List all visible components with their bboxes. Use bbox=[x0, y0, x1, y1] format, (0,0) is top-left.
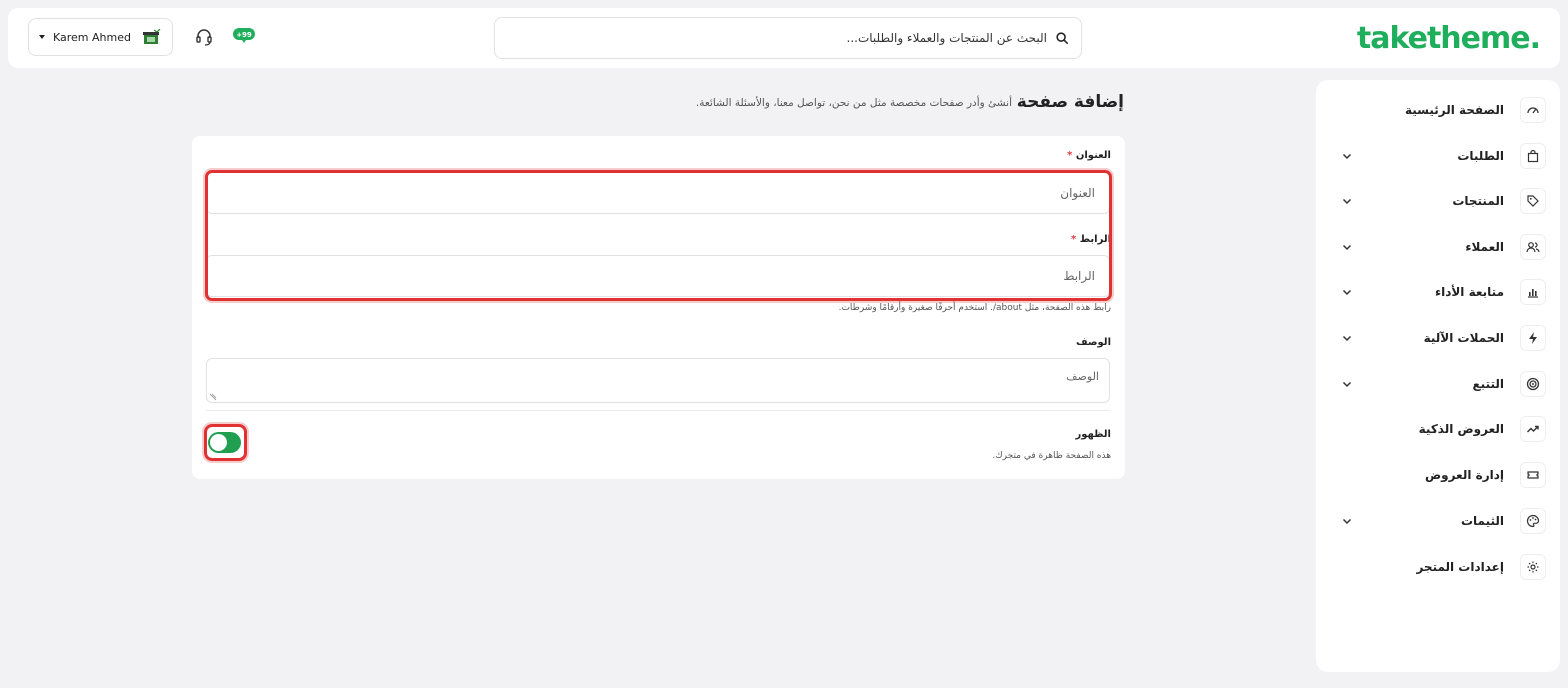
sidebar-item-label: العملاء bbox=[1465, 240, 1504, 254]
tag-icon bbox=[1520, 188, 1546, 214]
chevron-down-icon[interactable] bbox=[1336, 190, 1358, 212]
sidebar: الصفحة الرئيسية الطلبات المنتجات العملاء bbox=[1316, 80, 1560, 672]
sidebar-item-home[interactable]: الصفحة الرئيسية bbox=[1316, 95, 1560, 125]
highlight-box-toggle bbox=[204, 424, 247, 461]
chevron-down-icon[interactable] bbox=[1336, 327, 1358, 349]
sidebar-item-label: الصفحة الرئيسية bbox=[1404, 103, 1504, 117]
chevron-down-icon[interactable] bbox=[1336, 281, 1358, 303]
sidebar-item-performance[interactable]: متابعة الأداء bbox=[1316, 277, 1560, 307]
page-subtitle: أنشئ وأدر صفحات مخصصة مثل من نحن، تواصل … bbox=[695, 97, 1012, 109]
sidebar-item-tracking[interactable]: التتبع bbox=[1316, 369, 1560, 399]
sidebar-item-label: متابعة الأداء bbox=[1434, 285, 1504, 299]
sidebar-item-orders[interactable]: الطلبات bbox=[1316, 141, 1560, 171]
divider bbox=[206, 410, 1110, 411]
visibility-help-text: هذه الصفحة ظاهرة في متجرك. bbox=[992, 451, 1111, 461]
sidebar-item-label: الثيمات bbox=[1460, 514, 1504, 528]
search-input[interactable]: البحث عن المنتجات والعملاء والطلبات... bbox=[494, 17, 1082, 59]
resize-handle-icon[interactable] bbox=[209, 393, 217, 401]
chevron-down-icon bbox=[39, 35, 45, 39]
svg-text:+99: +99 bbox=[236, 31, 252, 39]
description-placeholder: الوصف bbox=[1066, 370, 1099, 383]
chevron-down-icon[interactable] bbox=[1336, 373, 1358, 395]
sidebar-item-label: الطلبات bbox=[1457, 149, 1504, 163]
user-name: Karem Ahmed bbox=[53, 30, 131, 44]
page-title: إضافة صفحة bbox=[1016, 92, 1124, 112]
sidebar-item-label: المنتجات bbox=[1452, 194, 1504, 208]
user-menu-button[interactable]: Karem Ahmed bbox=[28, 18, 173, 56]
description-textarea[interactable]: الوصف bbox=[206, 358, 1110, 403]
sidebar-item-label: إعدادات المتجر bbox=[1416, 560, 1504, 574]
dashboard-gauge-icon bbox=[1520, 97, 1546, 123]
gear-icon bbox=[1520, 554, 1546, 580]
ticket-icon bbox=[1520, 462, 1546, 488]
bar-chart-icon bbox=[1520, 279, 1546, 305]
shopping-bag-icon bbox=[1520, 143, 1546, 169]
description-field-label: الوصف bbox=[1075, 337, 1111, 348]
trend-up-icon bbox=[1520, 416, 1546, 442]
highlight-box-title-link bbox=[205, 170, 1112, 301]
required-mark: * bbox=[1067, 150, 1073, 161]
sidebar-item-label: التتبع bbox=[1472, 377, 1504, 391]
target-icon bbox=[1520, 371, 1546, 397]
chevron-down-icon[interactable] bbox=[1336, 510, 1358, 532]
sidebar-item-products[interactable]: المنتجات bbox=[1316, 186, 1560, 216]
sidebar-item-store-settings[interactable]: إعدادات المتجر bbox=[1316, 552, 1560, 582]
sidebar-item-label: الحملات الآلية bbox=[1423, 331, 1504, 345]
sidebar-item-offers-management[interactable]: إدارة العروض bbox=[1316, 460, 1560, 490]
sidebar-item-customers[interactable]: العملاء bbox=[1316, 232, 1560, 262]
search-icon bbox=[1056, 32, 1069, 45]
link-help-text: رابط هذه الصفحة، مثل about/. استخدم أحرف… bbox=[838, 303, 1111, 313]
sidebar-item-smart-offers[interactable]: العروض الذكية bbox=[1316, 414, 1560, 444]
chevron-down-icon[interactable] bbox=[1336, 145, 1358, 167]
sidebar-item-label: العروض الذكية bbox=[1418, 422, 1504, 436]
visibility-label: الظهور bbox=[1075, 429, 1111, 440]
sidebar-item-automations[interactable]: الحملات الآلية bbox=[1316, 323, 1560, 353]
lightning-icon bbox=[1520, 325, 1546, 351]
sidebar-item-themes[interactable]: الثيمات bbox=[1316, 506, 1560, 536]
users-icon bbox=[1520, 234, 1546, 260]
top-header: taketheme. البحث عن المنتجات والعملاء وا… bbox=[8, 8, 1560, 68]
taketheme-logo[interactable]: taketheme. bbox=[1357, 21, 1541, 56]
search-placeholder: البحث عن المنتجات والعملاء والطلبات... bbox=[846, 31, 1048, 45]
store-avatar-icon bbox=[143, 29, 161, 44]
sidebar-item-label: إدارة العروض bbox=[1424, 468, 1504, 482]
headset-support-icon[interactable] bbox=[194, 27, 214, 47]
chevron-down-icon[interactable] bbox=[1336, 236, 1358, 258]
palette-icon bbox=[1520, 508, 1546, 534]
title-field-label: العنوان * bbox=[1067, 150, 1111, 161]
title-label-text: العنوان bbox=[1075, 150, 1111, 161]
notification-badge-icon[interactable]: +99 bbox=[232, 26, 256, 44]
